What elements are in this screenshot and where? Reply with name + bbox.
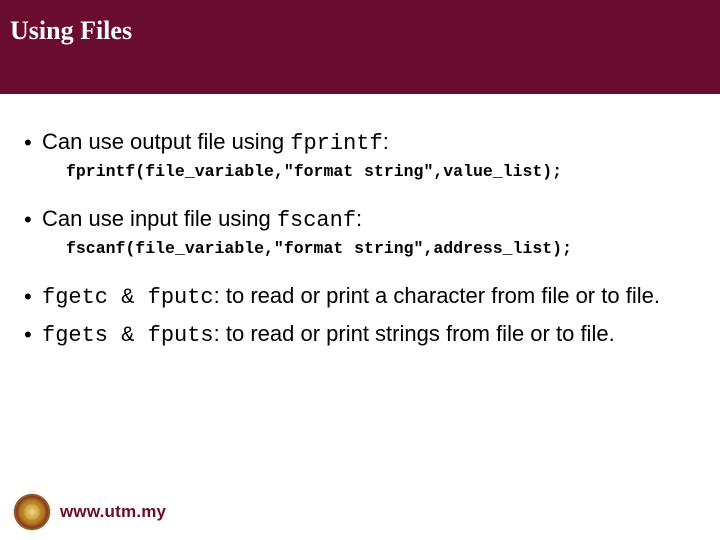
text-span: :: [356, 206, 362, 231]
bullet-dot-icon: •: [24, 205, 42, 234]
text-span: Can use output file using: [42, 129, 290, 154]
slide-content: • Can use output file using fprintf: fpr…: [0, 94, 720, 351]
code-line: fprintf(file_variable,"format string",va…: [24, 162, 696, 181]
bullet-text: fgets & fputs: to read or print strings …: [42, 320, 696, 350]
inline-code: fgets & fputs: [42, 323, 214, 348]
bullet-item: • fgets & fputs: to read or print string…: [24, 320, 696, 350]
inline-code: fscanf: [277, 208, 356, 233]
text-span: :: [383, 129, 389, 154]
bullet-item: • fgetc & fputc: to read or print a char…: [24, 282, 696, 312]
footer-url: www.utm.my: [60, 502, 166, 522]
inline-code: fprintf: [290, 131, 382, 156]
footer: www.utm.my: [0, 484, 720, 540]
bullet-item: • Can use output file using fprintf:: [24, 128, 696, 158]
text-span: Can use input file using: [42, 206, 277, 231]
utm-logo-icon: [14, 494, 50, 530]
bullet-dot-icon: •: [24, 128, 42, 157]
text-span: : to read or print strings from file or …: [214, 321, 615, 346]
text-span: : to read or print a character from file…: [214, 283, 660, 308]
slide: Using Files • Can use output file using …: [0, 0, 720, 540]
bullet-text: Can use output file using fprintf:: [42, 128, 696, 158]
bullet-dot-icon: •: [24, 282, 42, 311]
inline-code: fgetc & fputc: [42, 285, 214, 310]
bullet-text: fgetc & fputc: to read or print a charac…: [42, 282, 696, 312]
slide-title: Using Files: [10, 16, 132, 46]
bullet-dot-icon: •: [24, 320, 42, 349]
bullet-item: • Can use input file using fscanf:: [24, 205, 696, 235]
bullet-text: Can use input file using fscanf:: [42, 205, 696, 235]
code-line: fscanf(file_variable,"format string",add…: [24, 239, 696, 258]
title-bar: Using Files: [0, 0, 720, 94]
